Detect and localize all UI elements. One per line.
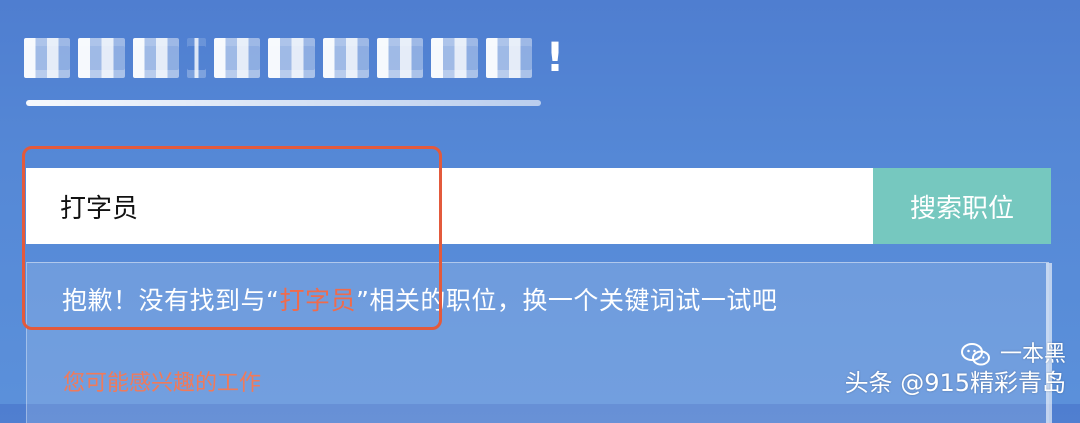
- pixelated-text-block: [214, 38, 261, 78]
- pixelated-text-block: [431, 38, 478, 78]
- title-underline: [26, 100, 541, 106]
- watermark-author: 一本黑: [999, 341, 1066, 367]
- pixelated-text-block: [376, 38, 424, 78]
- pixelated-text-block: [132, 38, 179, 78]
- pixelated-text-block: [24, 38, 71, 78]
- search-jobs-button[interactable]: 搜索职位: [873, 168, 1051, 244]
- pixelated-comma: [186, 38, 207, 78]
- pixelated-text-block: [485, 38, 532, 78]
- pixelated-text-block: [322, 38, 369, 78]
- watermark-top: 一本黑: [845, 342, 1066, 368]
- wechat-icon: [960, 342, 990, 366]
- page-title-mosaic: !: [24, 32, 564, 84]
- title-exclamation: !: [545, 35, 565, 81]
- no-results-suffix: ”相关的职位，换一个关键词试一试吧: [355, 286, 778, 315]
- no-results-prefix: 抱歉！没有找到与“: [62, 286, 280, 315]
- pixelated-text-block: [268, 38, 315, 78]
- pixelated-text-block: [78, 38, 125, 78]
- watermark-source: 头条 @915精彩青岛: [844, 368, 1066, 397]
- watermark: 一本黑 头条 @915精彩青岛: [845, 342, 1066, 396]
- job-search-bar: 搜索职位: [26, 168, 1051, 244]
- job-search-input[interactable]: [26, 168, 873, 244]
- recommended-jobs-heading: 您可能感兴趣的工作: [63, 371, 262, 396]
- no-results-message: 抱歉！没有找到与“打字员”相关的职位，换一个关键词试一试吧: [62, 281, 777, 317]
- no-results-keyword: 打字员: [279, 286, 356, 315]
